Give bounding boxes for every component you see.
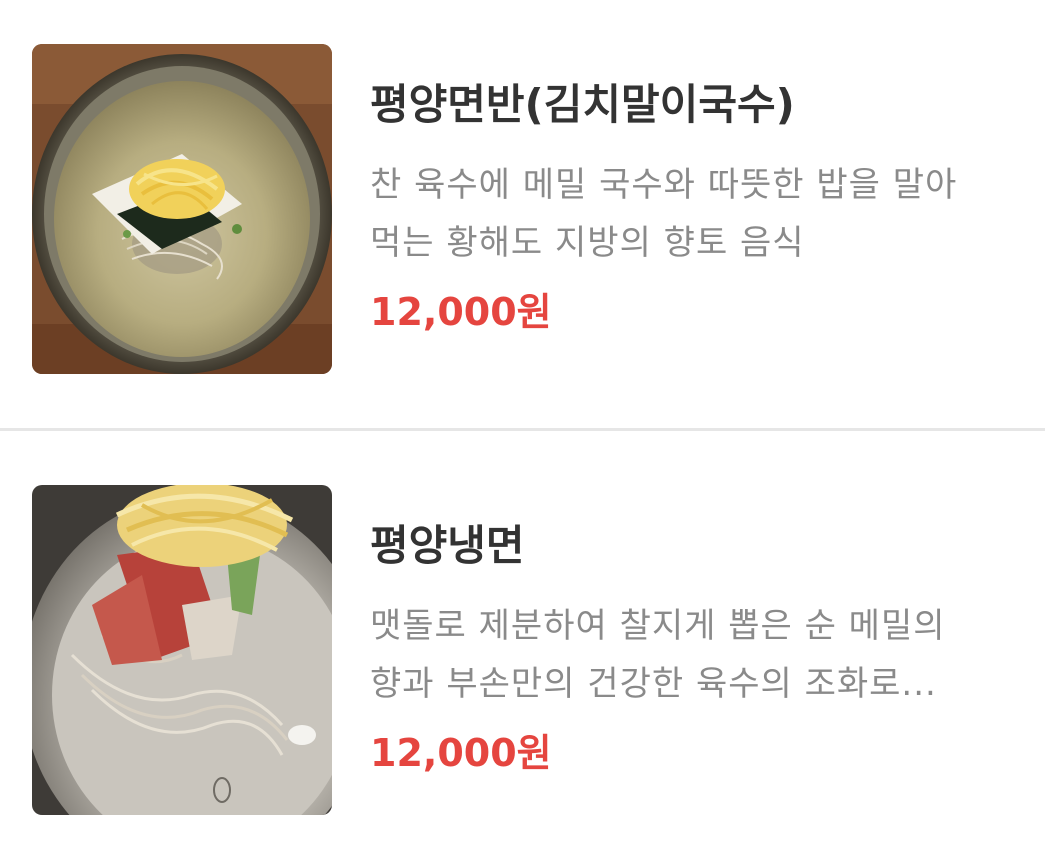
cold-noodle-photo	[32, 485, 332, 815]
menu-item[interactable]: 평양면반(김치말이국수) 찬 육수에 메밀 국수와 따뜻한 밥을 말아 먹는 황…	[0, 44, 1045, 374]
menu-item-price: 12,000원	[370, 731, 552, 775]
description-line: 찬 육수에 메밀 국수와 따뜻한 밥을 말아	[370, 165, 958, 205]
divider	[0, 428, 1045, 431]
menu-item[interactable]: 평양냉면 맷돌로 제분하여 찰지게 뽑은 순 메밀의 향과 부손만의 건강한 육…	[0, 485, 1045, 815]
description-line: 맷돌로 제분하여 찰지게 뽑은 순 메밀의	[370, 606, 946, 646]
menu-item-price: 12,000원	[370, 290, 552, 334]
description-line: 향과 부손만의 건강한 육수의 조화로...	[370, 664, 937, 704]
menu-item-name: 평양냉면	[370, 521, 525, 570]
noodle-bowl-photo	[32, 44, 332, 374]
menu-item-description: 맷돌로 제분하여 찰지게 뽑은 순 메밀의 향과 부손만의 건강한 육수의 조화…	[370, 597, 1010, 713]
menu-item-name: 평양면반(김치말이국수)	[370, 80, 795, 129]
menu-item-photo[interactable]	[32, 485, 332, 815]
description-line: 먹는 황해도 지방의 향토 음식	[370, 223, 805, 263]
menu-item-description: 찬 육수에 메밀 국수와 따뜻한 밥을 말아 먹는 황해도 지방의 향토 음식	[370, 156, 1010, 272]
menu-item-photo[interactable]	[32, 44, 332, 374]
